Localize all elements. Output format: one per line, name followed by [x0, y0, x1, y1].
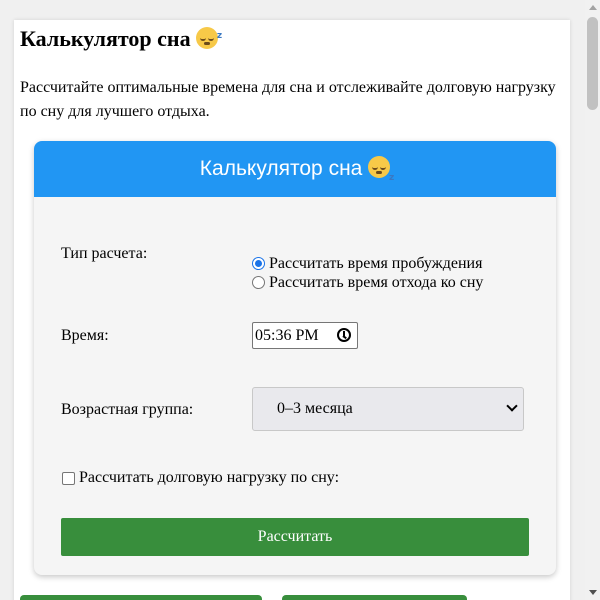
calc-type-radio-group: Рассчитать время пробуждения Рассчитать …: [252, 254, 483, 292]
scroll-up-arrow-icon[interactable]: [589, 5, 597, 10]
sleep-calculator-card: Калькулятор сна z Тип расчета: Рассчитат…: [34, 141, 556, 575]
scrollbar-thumb[interactable]: [587, 17, 598, 110]
page-title-text: Калькулятор сна: [20, 26, 191, 51]
radio-bed-time[interactable]: Рассчитать время отхода ко сну: [252, 273, 483, 292]
radio-wake-time-label[interactable]: Рассчитать время пробуждения: [269, 254, 482, 273]
calc-type-label: Тип расчета:: [61, 245, 148, 262]
intro-text: Рассчитайте оптимальные времена для сна …: [20, 79, 556, 120]
age-group-select[interactable]: 0–3 месяца: [252, 387, 524, 431]
radio-wake-time-button[interactable]: [252, 257, 265, 270]
age-group-label: Возрастная группа:: [61, 401, 194, 418]
page-container: Калькулятор сна z Рассчитайте оптимальны…: [14, 20, 570, 600]
bottom-button-right[interactable]: [282, 595, 467, 600]
time-input[interactable]: 05:36 PM: [252, 322, 358, 349]
clock-icon[interactable]: [337, 328, 351, 342]
calculator-header-text: Калькулятор сна: [199, 157, 363, 180]
chevron-down-icon[interactable]: [506, 400, 518, 412]
time-input-value[interactable]: 05:36 PM: [255, 327, 319, 344]
calculator-header: Калькулятор сна z: [34, 141, 556, 197]
sleep-debt-option[interactable]: Рассчитать долговую нагрузку по сну:: [62, 469, 339, 487]
time-label: Время:: [61, 327, 109, 344]
sleeping-face-icon: z: [368, 156, 394, 183]
radio-wake-time[interactable]: Рассчитать время пробуждения: [252, 254, 483, 273]
sleeping-face-icon: z: [196, 27, 222, 49]
scroll-down-arrow-icon[interactable]: [589, 590, 597, 595]
vertical-scrollbar[interactable]: [585, 0, 600, 600]
radio-bed-time-button[interactable]: [252, 276, 265, 289]
age-group-selected-value[interactable]: 0–3 месяца: [277, 400, 353, 417]
bottom-button-left[interactable]: [20, 595, 262, 600]
radio-bed-time-label[interactable]: Рассчитать время отхода ко сну: [269, 273, 483, 292]
calculate-button[interactable]: Рассчитать: [61, 518, 529, 556]
sleep-debt-checkbox[interactable]: [62, 471, 75, 485]
page-title: Калькулятор сна z: [20, 24, 222, 54]
sleep-debt-label[interactable]: Рассчитать долговую нагрузку по сну:: [79, 469, 339, 487]
